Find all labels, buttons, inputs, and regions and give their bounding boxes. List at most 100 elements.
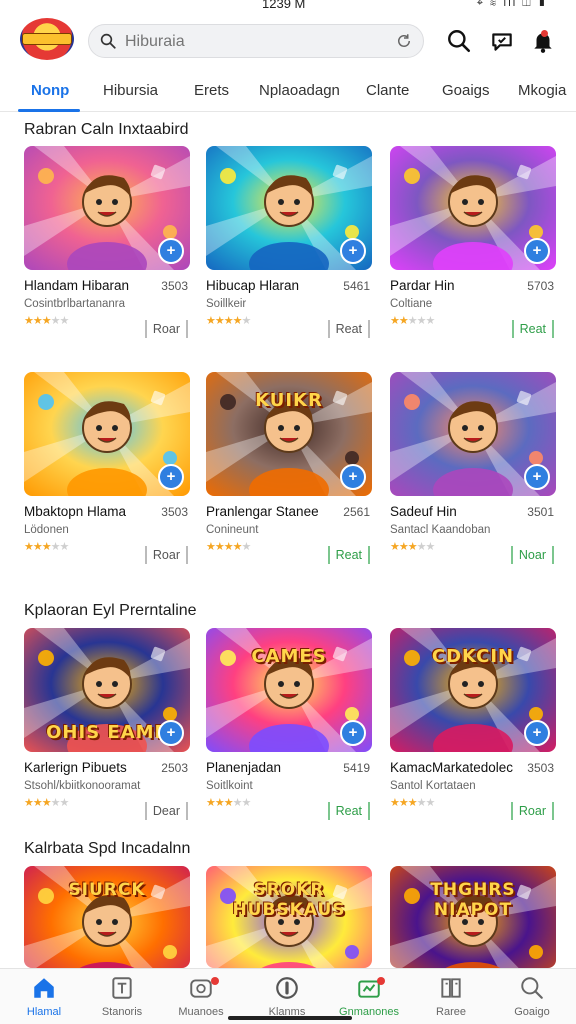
game-card[interactable]: KUIKR + Pranlengar Stanee 2561 Conineunt ★★… bbox=[206, 372, 372, 564]
game-card[interactable]: + Mbaktopn Hlama 3503 Lödonen ★★★★★ Roar bbox=[24, 372, 190, 564]
game-title: Sadeuf Hin bbox=[390, 504, 457, 519]
game-card[interactable]: + Pardar Hin 5703 Coltiane ★★★★★ Reat bbox=[390, 146, 556, 338]
game-thumbnail[interactable]: CAMES + bbox=[206, 628, 372, 752]
game-title: Karlerign Pibuets bbox=[24, 760, 127, 775]
nav-item-goaigo[interactable]: Goaigo bbox=[492, 975, 572, 1018]
star-icon: ★ bbox=[425, 797, 436, 809]
tab-3[interactable]: Nplaoadagn bbox=[259, 82, 340, 99]
nav-item-muanoes[interactable]: Muanoes bbox=[161, 975, 241, 1018]
rating-stars: ★★★★★ bbox=[206, 540, 252, 553]
search-button-icon[interactable] bbox=[446, 28, 472, 54]
tab-6[interactable]: Mkogia bbox=[518, 82, 566, 99]
game-card[interactable]: + Hlandam Hibaran 3503 Cosintbrlbartananr… bbox=[24, 146, 190, 338]
book-icon bbox=[441, 978, 461, 998]
add-icon[interactable]: + bbox=[524, 720, 550, 746]
card-action-button[interactable]: Reat bbox=[327, 546, 370, 564]
game-thumbnail[interactable]: + bbox=[390, 146, 556, 270]
search-input[interactable] bbox=[125, 29, 375, 55]
game-banner-text: THGHRS NIAPOT bbox=[430, 880, 516, 920]
nav-item-stanoris[interactable]: Stanoris bbox=[82, 975, 162, 1018]
card-action-button[interactable]: Noar bbox=[510, 546, 554, 564]
card-action-button[interactable]: Roar bbox=[144, 320, 188, 338]
game-card[interactable]: THGHRS NIAPOT bbox=[390, 866, 556, 968]
game-card[interactable]: SIURCK bbox=[24, 866, 190, 968]
star-icon: ★ bbox=[223, 797, 234, 809]
nav-item-gnmanones[interactable]: Gnmanones bbox=[329, 975, 409, 1018]
star-icon: ★ bbox=[241, 797, 252, 809]
star-icon: ★ bbox=[50, 541, 61, 553]
game-subtitle: Santacl Kaandoban bbox=[390, 524, 491, 536]
game-thumbnail[interactable]: + bbox=[390, 372, 556, 496]
game-card[interactable]: CAMES + Planenjadan 5419 Soitlkoint ★★★★★ R… bbox=[206, 628, 372, 820]
rating-stars: ★★★★★ bbox=[390, 796, 436, 809]
add-icon[interactable]: + bbox=[524, 238, 550, 264]
add-icon[interactable]: + bbox=[524, 464, 550, 490]
nav-item-klanms[interactable]: Klanms bbox=[247, 975, 327, 1018]
gamepad-icon bbox=[190, 979, 212, 998]
star-icon: ★ bbox=[416, 315, 427, 327]
star-icon: ★ bbox=[398, 797, 409, 809]
notification-badge bbox=[541, 30, 548, 37]
add-icon[interactable]: + bbox=[340, 238, 366, 264]
add-icon[interactable]: + bbox=[340, 464, 366, 490]
star-icon: ★ bbox=[241, 541, 252, 553]
status-time: 1239 M bbox=[262, 0, 306, 11]
card-action-button[interactable]: Dear bbox=[144, 802, 188, 820]
tab-4[interactable]: Clante bbox=[366, 82, 409, 99]
status-bar: 1239 M ⌖ ≋ ıll ◫ ▮ bbox=[0, 0, 576, 14]
game-thumbnail[interactable]: CDKCIN + bbox=[390, 628, 556, 752]
section-title: Rabran Caln Inxtaabird bbox=[24, 121, 189, 138]
game-thumbnail[interactable]: + bbox=[206, 146, 372, 270]
nav-item-home[interactable]: Hlamal bbox=[4, 975, 84, 1018]
game-thumbnail[interactable]: + bbox=[24, 146, 190, 270]
tab-0[interactable]: Nonp bbox=[31, 82, 69, 99]
card-action-button[interactable]: Roar bbox=[510, 802, 554, 820]
card-action-button[interactable]: Reat bbox=[511, 320, 554, 338]
section-title: Kalrbata Spd Incadalnn bbox=[24, 840, 191, 857]
game-size: 5461 bbox=[343, 279, 370, 293]
game-banner-text: CDKCIN bbox=[431, 646, 515, 667]
star-icon: ★ bbox=[416, 797, 427, 809]
game-card[interactable]: + Hibucap Hlaran 5461 Soillkeir ★★★★★ Reat bbox=[206, 146, 372, 338]
game-thumbnail[interactable]: SIURCK bbox=[24, 866, 190, 968]
star-icon: ★ bbox=[214, 315, 225, 327]
game-thumbnail[interactable]: OHIS EAME + bbox=[24, 628, 190, 752]
game-thumbnail[interactable]: THGHRS NIAPOT bbox=[390, 866, 556, 968]
game-size: 3503 bbox=[527, 761, 554, 775]
search-box[interactable] bbox=[88, 24, 424, 58]
card-action-button[interactable]: Reat bbox=[327, 802, 370, 820]
nav-item-raree[interactable]: Raree bbox=[411, 975, 491, 1018]
add-icon[interactable]: + bbox=[158, 720, 184, 746]
rating-stars: ★★★★★ bbox=[24, 796, 69, 809]
add-icon[interactable]: + bbox=[158, 238, 184, 264]
star-icon: ★ bbox=[407, 315, 418, 327]
game-thumbnail[interactable]: SROKR HUBSKAUS bbox=[206, 866, 372, 968]
refresh-icon[interactable] bbox=[395, 32, 413, 50]
game-card[interactable]: CDKCIN + KamacMarkatedolec 3503 Santol Kor… bbox=[390, 628, 556, 820]
card-action-button[interactable]: Roar bbox=[144, 546, 188, 564]
game-banner-text: KUIKR bbox=[255, 390, 323, 411]
game-size: 2503 bbox=[161, 761, 188, 775]
star-icon: ★ bbox=[425, 315, 436, 327]
game-banner-text: SIURCK bbox=[68, 880, 146, 900]
card-action-button[interactable]: Reat bbox=[327, 320, 370, 338]
app-logo[interactable] bbox=[20, 18, 74, 60]
tab-1[interactable]: Hibursia bbox=[103, 82, 158, 99]
add-icon[interactable]: + bbox=[158, 464, 184, 490]
add-icon[interactable]: + bbox=[340, 720, 366, 746]
category-tabs: Nonp Hibursia Erets Nplaoadagn Clante Go… bbox=[0, 72, 576, 112]
star-icon: ★ bbox=[214, 797, 225, 809]
game-thumbnail[interactable]: KUIKR + bbox=[206, 372, 372, 496]
game-card[interactable]: SROKR HUBSKAUS bbox=[206, 866, 372, 968]
tab-2[interactable]: Erets bbox=[194, 82, 229, 99]
tab-5[interactable]: Goaigs bbox=[442, 82, 490, 99]
game-subtitle: Lödonen bbox=[24, 524, 69, 536]
home-indicator bbox=[228, 1016, 352, 1020]
star-icon: ★ bbox=[41, 541, 52, 553]
game-thumbnail[interactable]: + bbox=[24, 372, 190, 496]
chat-icon[interactable] bbox=[489, 28, 515, 54]
star-icon: ★ bbox=[32, 541, 43, 553]
game-title: Pardar Hin bbox=[390, 278, 455, 293]
game-card[interactable]: OHIS EAME + Karlerign Pibuets 2503 Stsohl/… bbox=[24, 628, 190, 820]
game-card[interactable]: + Sadeuf Hin 3501 Santacl Kaandoban ★★★★★ … bbox=[390, 372, 556, 564]
